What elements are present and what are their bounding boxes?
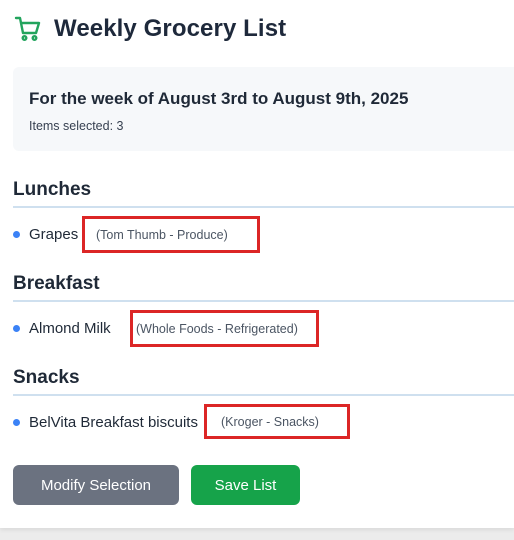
section-divider: [13, 300, 514, 302]
page-title: Weekly Grocery List: [54, 15, 287, 42]
modify-selection-button[interactable]: Modify Selection: [13, 465, 179, 505]
list-item: Grapes: [13, 222, 78, 246]
week-summary: For the week of August 3rd to August 9th…: [13, 67, 514, 151]
bullet-icon: [13, 230, 20, 238]
items-selected-count: Items selected: 3: [29, 119, 124, 133]
section-title-snacks: Snacks: [13, 367, 80, 388]
item-name: Grapes: [29, 225, 79, 243]
bullet-icon: [13, 324, 20, 332]
page-header: Weekly Grocery List: [14, 14, 286, 44]
item-note-highlight: (Tom Thumb - Produce): [82, 216, 260, 253]
section-title-breakfast: Breakfast: [13, 273, 100, 294]
item-note-highlight: (Kroger - Snacks): [204, 404, 350, 439]
section-divider: [13, 394, 514, 396]
item-note-highlight: (Whole Foods - Refrigerated): [130, 310, 319, 347]
week-range: For the week of August 3rd to August 9th…: [29, 89, 409, 108]
shopping-cart-icon: [14, 15, 42, 43]
grocery-list-card: Weekly Grocery List For the week of Augu…: [0, 0, 514, 528]
section-title-lunches: Lunches: [13, 179, 92, 200]
section-divider: [13, 206, 514, 208]
save-list-button[interactable]: Save List: [191, 465, 300, 505]
list-item: BelVita Breakfast biscuits: [13, 410, 198, 434]
list-item: Almond Milk: [13, 316, 111, 340]
item-name: BelVita Breakfast biscuits: [29, 413, 198, 431]
bullet-icon: [13, 418, 20, 426]
item-name: Almond Milk: [29, 319, 111, 337]
